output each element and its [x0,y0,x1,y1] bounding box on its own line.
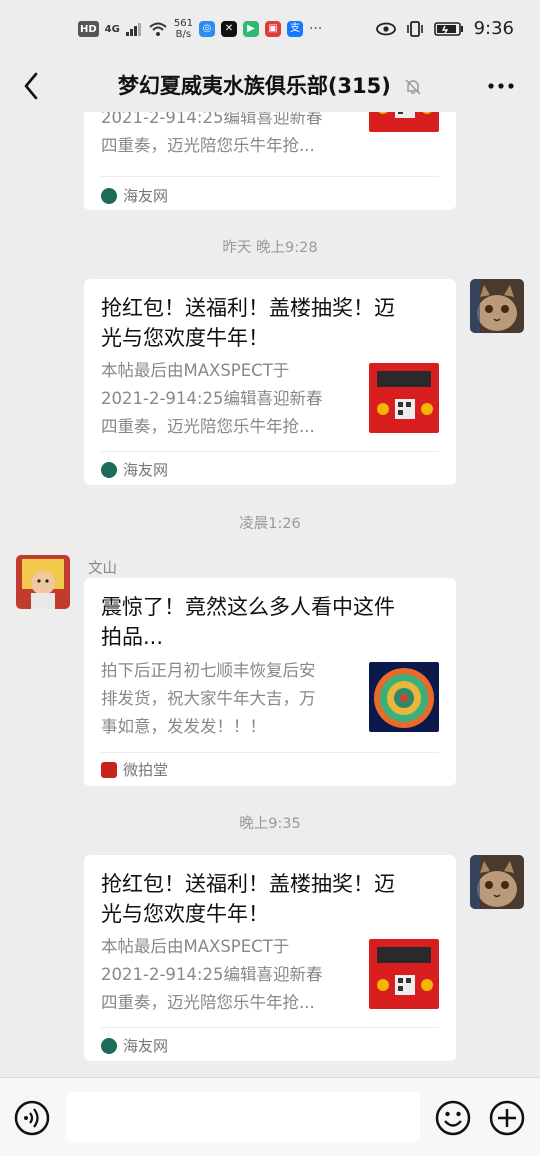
card-thumbnail [369,662,439,732]
card-desc-line: 排发货，祝大家牛年大吉，万 [101,689,316,708]
net-speed-value: 561 [173,18,193,29]
link-card[interactable]: 2021-2-914:25编辑喜迎新春 四重奏，迈光陪您乐牛年抢... 海友网 [84,112,456,210]
red-app-icon: ▣ [264,21,281,37]
card-thumbnail [369,363,439,433]
status-left: HD 4G 561 B/s ◎ ✕ ▶ ▣ 支 ··· [78,18,322,40]
net-speed-unit: B/s [175,29,192,40]
card-desc-line: 拍下后正月初七顺丰恢复后安 [101,661,316,680]
card-title-line: 拍品... [101,625,164,649]
card-desc-line: 四重奏，迈光陪您乐牛年抢... [101,993,315,1012]
card-desc-line: 本帖最后由MAXSPECT于 [101,361,290,380]
haiyou-logo-icon [101,1037,117,1054]
card-desc-line: 2021-2-914:25编辑喜迎新春 [101,965,323,984]
haiyou-logo-icon [101,461,117,478]
card-desc-line: 2021-2-914:25编辑喜迎新春 [101,389,323,408]
card-thumbnail [369,939,439,1009]
app-notify-icon: ◎ [198,21,215,37]
emoji-icon[interactable] [435,1100,471,1136]
chat-area[interactable]: 2021-2-914:25编辑喜迎新春 四重奏，迈光陪您乐牛年抢... 海友网 … [0,112,540,1077]
card-source-label: 海友网 [123,1037,169,1055]
input-bar [0,1077,540,1156]
card-title: 震惊了！竟然这么多人看中这件 拍品... [101,592,428,652]
timestamp: 晚上9:35 [239,816,301,832]
card-divider [101,176,439,177]
link-card[interactable]: 震惊了！竟然这么多人看中这件 拍品... 拍下后正月初七顺丰恢复后安 排发货，祝… [84,578,456,786]
card-desc-line: 四重奏，迈光陪您乐牛年抢... [101,136,315,155]
card-description: 拍下后正月初七顺丰恢复后安 排发货，祝大家牛年大吉，万 事如意，发发发！！！ [101,657,347,741]
avatar[interactable] [16,555,70,609]
card-title-line: 抢红包！送福利！盖楼抽奖！迈 [101,872,395,896]
alipay-icon: 支 [286,21,303,37]
card-desc-line: 2021-2-914:25编辑喜迎新春 [101,112,323,127]
battery-icon [433,21,463,36]
card-title-line: 光与您欢度牛年！ [101,902,269,926]
card-title-line: 抢红包！送福利！盖楼抽奖！迈 [101,296,395,320]
card-divider [101,451,439,452]
message-input[interactable] [66,1092,420,1142]
more-notifications-icon: ··· [308,21,323,37]
timestamp: 凌晨1:26 [239,516,301,532]
chat-title-wrap: 梦幻夏威夷水族俱乐部(315) [0,70,540,100]
haiyou-logo-icon [101,187,117,204]
signal-icon [125,23,141,36]
card-source-label: 海友网 [123,461,169,479]
link-card[interactable]: 抢红包！送福利！盖楼抽奖！迈 光与您欢度牛年！ 本帖最后由MAXSPECT于 2… [84,279,456,485]
card-title-line: 光与您欢度牛年！ [101,326,269,350]
card-source: 海友网 [101,185,168,206]
more-dots-icon[interactable] [486,76,516,96]
bell-off-icon [405,79,421,95]
net-speed: 561 B/s [174,18,193,40]
card-divider [101,752,439,753]
card-source-label: 微拍堂 [123,761,169,779]
card-title-line: 震惊了！竟然这么多人看中这件 [101,595,395,619]
avatar[interactable] [470,855,524,909]
eye-icon [375,22,396,35]
card-title: 抢红包！送福利！盖楼抽奖！迈 光与您欢度牛年！ [101,869,428,929]
card-divider [101,1027,439,1028]
status-bar: HD 4G 561 B/s ◎ ✕ ▶ ▣ 支 ··· 9:36 [0,0,540,62]
capcut-icon: ✕ [220,21,237,37]
link-card[interactable]: 抢红包！送福利！盖楼抽奖！迈 光与您欢度牛年！ 本帖最后由MAXSPECT于 2… [84,855,456,1061]
card-source: 海友网 [101,1035,168,1056]
card-description: 本帖最后由MAXSPECT于 2021-2-914:25编辑喜迎新春 四重奏，迈… [101,933,347,1017]
avatar[interactable] [470,279,524,333]
card-source-label: 海友网 [123,187,169,205]
card-source: 微拍堂 [101,759,168,780]
card-desc-line: 事如意，发发发！！！ [101,717,266,736]
status-right: 9:36 [375,18,514,39]
hd-indicator: HD [78,21,99,37]
video-app-icon: ▶ [242,21,259,37]
voice-icon[interactable] [14,1100,50,1136]
wifi-icon [149,22,167,36]
card-desc-line: 本帖最后由MAXSPECT于 [101,937,290,956]
card-title: 抢红包！送福利！盖楼抽奖！迈 光与您欢度牛年！ [101,293,428,353]
weipaitang-logo-icon [101,761,117,778]
sender-name: 文山 [88,561,117,577]
card-description: 2021-2-914:25编辑喜迎新春 四重奏，迈光陪您乐牛年抢... [101,112,347,160]
chat-header: 梦幻夏威夷水族俱乐部(315) [0,62,540,112]
card-thumbnail [369,112,439,132]
network-type: 4G [104,23,120,35]
vibrate-icon [406,20,423,37]
plus-icon[interactable] [489,1100,525,1136]
card-description: 本帖最后由MAXSPECT于 2021-2-914:25编辑喜迎新春 四重奏，迈… [101,357,347,441]
timestamp: 昨天 晚上9:28 [222,240,318,256]
clock: 9:36 [473,18,514,39]
card-source: 海友网 [101,459,168,480]
chat-title: 梦幻夏威夷水族俱乐部(315) [117,74,391,98]
card-desc-line: 四重奏，迈光陪您乐牛年抢... [101,417,315,436]
